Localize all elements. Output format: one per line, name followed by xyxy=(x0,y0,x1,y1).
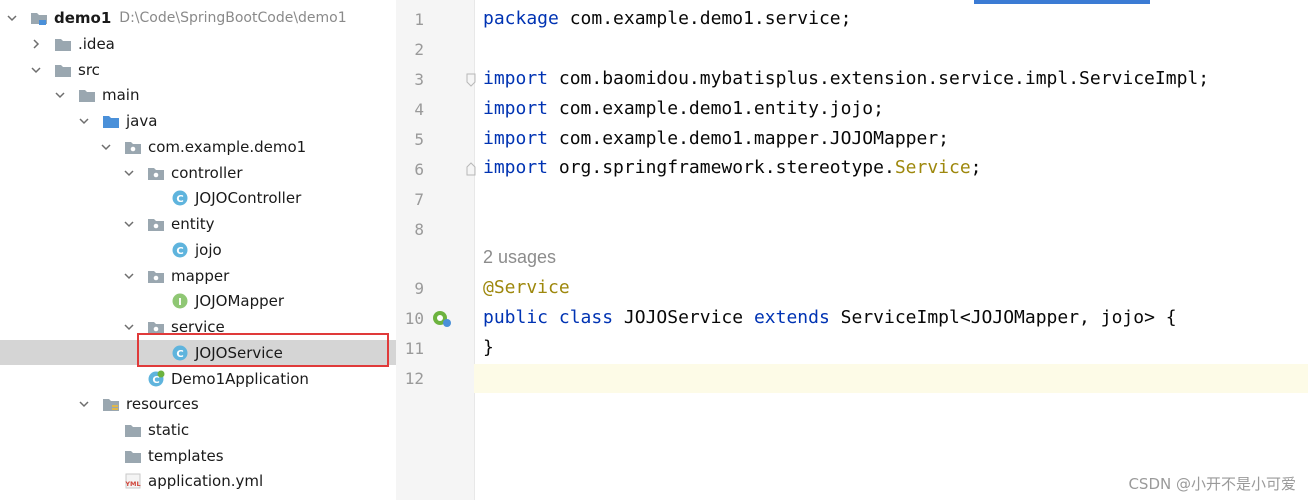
code-line-10[interactable]: public class JOJOService extends Service… xyxy=(483,307,1177,328)
tree-item-label: .idea xyxy=(78,34,115,53)
tree-item-label: controller xyxy=(171,163,243,182)
code-line-11[interactable]: } xyxy=(483,337,494,358)
tree-row-mapper[interactable]: mapper xyxy=(0,263,396,288)
tree-row-idea[interactable]: .idea xyxy=(0,31,396,56)
annotation-highlight-box xyxy=(137,333,389,367)
tree-row-static[interactable]: static xyxy=(0,417,396,442)
line-number: 4 xyxy=(414,100,424,119)
tree-row-demo1[interactable]: demo1 D:\Code\SpringBootCode\demo1 xyxy=(0,5,396,30)
tree-row-jojo[interactable]: C jojo xyxy=(0,237,396,262)
tree-item-label: jojo xyxy=(195,240,222,259)
chevron-right-icon[interactable] xyxy=(30,38,42,50)
package-icon xyxy=(147,267,165,285)
folder-icon xyxy=(54,61,72,79)
folder-icon xyxy=(124,447,142,465)
code-line-9[interactable]: @Service xyxy=(483,277,570,298)
code-editor[interactable]: 1 2 3 4 5 6 7 8 9 10 11 12 package com.e… xyxy=(396,0,1308,500)
folder-icon xyxy=(54,35,72,53)
package-icon xyxy=(147,164,165,182)
tree-row-demo1application[interactable]: C Demo1Application xyxy=(0,366,396,391)
folder-icon xyxy=(124,421,142,439)
tree-item-label: demo1 xyxy=(54,8,112,27)
tree-item-label: static xyxy=(148,420,190,439)
code-line-5[interactable]: import com.example.demo1.mapper.JOJOMapp… xyxy=(483,128,949,149)
chevron-down-icon[interactable] xyxy=(30,64,42,76)
tree-row-jojocontroller[interactable]: C JOJOController xyxy=(0,185,396,210)
usages-inlay-hint[interactable]: 2 usages xyxy=(483,247,556,268)
tree-row-controller[interactable]: controller xyxy=(0,160,396,185)
folder-icon xyxy=(78,86,96,104)
tree-row-templates[interactable]: templates xyxy=(0,443,396,468)
chevron-down-icon[interactable] xyxy=(123,321,135,333)
line-number: 10 xyxy=(404,309,424,328)
svg-text:YML: YML xyxy=(124,480,140,488)
class-icon: C xyxy=(171,241,189,259)
line-number: 11 xyxy=(404,339,424,358)
svg-text:C: C xyxy=(152,375,159,386)
code-line-1[interactable]: package com.example.demo1.service; xyxy=(483,8,851,29)
line-number: 12 xyxy=(404,369,424,388)
tree-item-label: resources xyxy=(126,394,199,413)
line-number: 7 xyxy=(414,190,424,209)
svg-text:I: I xyxy=(178,297,182,308)
chevron-down-icon[interactable] xyxy=(6,12,18,24)
chevron-down-icon[interactable] xyxy=(78,115,90,127)
fold-marker-icon[interactable] xyxy=(466,73,476,87)
tree-item-label: entity xyxy=(171,214,215,233)
tree-row-entity[interactable]: entity xyxy=(0,211,396,236)
chevron-down-icon[interactable] xyxy=(100,141,112,153)
line-number: 6 xyxy=(414,160,424,179)
interface-icon: I xyxy=(171,292,189,310)
fold-marker-icon[interactable] xyxy=(466,162,476,176)
project-tree: demo1 D:\Code\SpringBootCode\demo1 .idea… xyxy=(0,0,396,500)
tree-item-label: Demo1Application xyxy=(171,369,309,388)
editor-tab-indicator xyxy=(974,0,1150,4)
line-number: 3 xyxy=(414,70,424,89)
tree-item-label: main xyxy=(102,85,140,104)
tree-item-label: java xyxy=(126,111,158,130)
chevron-down-icon[interactable] xyxy=(123,270,135,282)
tree-row-resources[interactable]: resources xyxy=(0,391,396,416)
tree-row-application-yml[interactable]: YML application.yml xyxy=(0,468,396,493)
package-icon xyxy=(124,138,142,156)
tree-item-label: templates xyxy=(148,446,224,465)
tree-item-label: application.yml xyxy=(148,471,264,490)
svg-text:C: C xyxy=(176,246,183,257)
source-folder-icon xyxy=(102,112,120,130)
chevron-down-icon[interactable] xyxy=(78,398,90,410)
tree-item-label: mapper xyxy=(171,266,230,285)
current-line-highlight xyxy=(474,364,1308,393)
line-number: 9 xyxy=(414,279,424,298)
tree-row-src[interactable]: src xyxy=(0,57,396,82)
line-number: 8 xyxy=(414,220,424,239)
tree-row-com-example-demo1[interactable]: com.example.demo1 xyxy=(0,134,396,159)
spring-bean-gutter-icon[interactable] xyxy=(431,309,453,329)
code-line-6[interactable]: import org.springframework.stereotype.Se… xyxy=(483,157,982,178)
resources-folder-icon xyxy=(102,395,120,413)
tree-row-java[interactable]: java xyxy=(0,108,396,133)
code-line-3[interactable]: import com.baomidou.mybatisplus.extensio… xyxy=(483,68,1209,89)
yml-file-icon: YML xyxy=(124,472,142,490)
spring-app-icon: C xyxy=(147,370,165,388)
class-icon: C xyxy=(171,189,189,207)
chevron-down-icon[interactable] xyxy=(54,89,66,101)
watermark: CSDN @小开不是小可爱 xyxy=(1128,475,1296,493)
line-number: 5 xyxy=(414,130,424,149)
line-number: 1 xyxy=(414,10,424,29)
tree-row-jojomapper[interactable]: I JOJOMapper xyxy=(0,288,396,313)
code-line-4[interactable]: import com.example.demo1.entity.jojo; xyxy=(483,98,884,119)
svg-text:C: C xyxy=(176,194,183,205)
module-folder-icon xyxy=(30,9,48,27)
line-number: 2 xyxy=(414,40,424,59)
package-icon xyxy=(147,215,165,233)
tree-item-label: JOJOController xyxy=(195,188,302,207)
tree-row-main[interactable]: main xyxy=(0,82,396,107)
tree-item-path: D:\Code\SpringBootCode\demo1 xyxy=(119,9,347,26)
tree-item-label: com.example.demo1 xyxy=(148,137,307,156)
tree-item-label: JOJOMapper xyxy=(195,291,285,310)
chevron-down-icon[interactable] xyxy=(123,167,135,179)
tree-item-label: src xyxy=(78,60,100,79)
chevron-down-icon[interactable] xyxy=(123,218,135,230)
